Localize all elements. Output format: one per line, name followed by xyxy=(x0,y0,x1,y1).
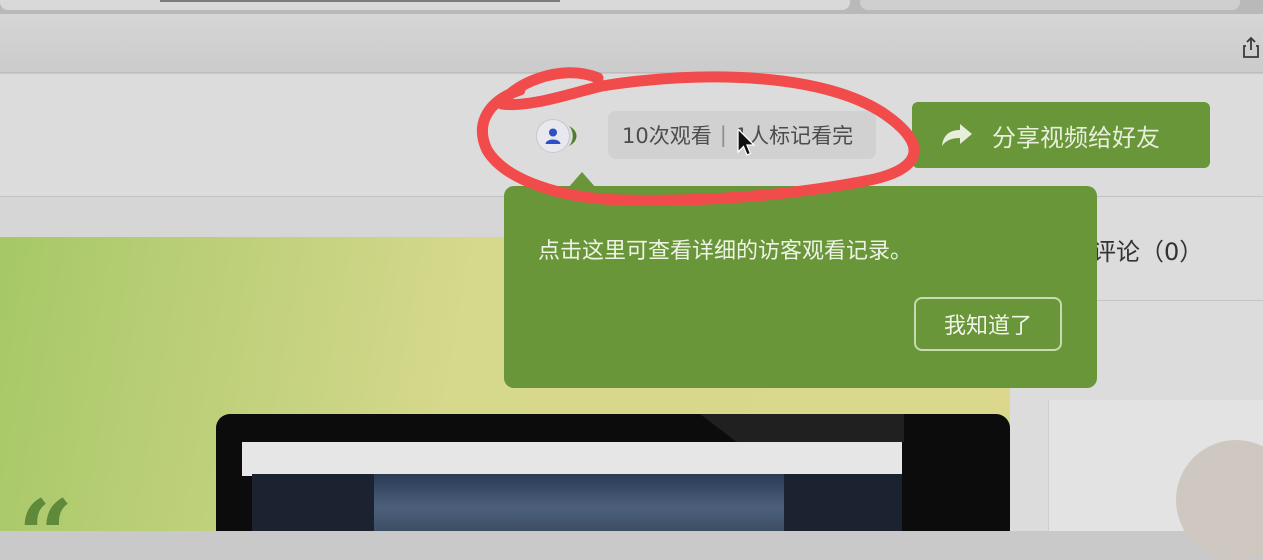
stats-separator: | xyxy=(719,123,727,147)
tab-comments[interactable]: 评论（0） xyxy=(1092,232,1212,266)
user-avatar-icon xyxy=(536,119,570,153)
share-video-button[interactable]: 分享视频给好友 xyxy=(912,102,1210,168)
browser-tab-strip xyxy=(0,0,1263,14)
onboarding-tooltip xyxy=(504,186,1097,388)
leaf-avatar-icon xyxy=(566,125,580,147)
browser-toolbar xyxy=(0,14,1263,73)
laptop-screen-top xyxy=(242,442,902,476)
tab-progress-line xyxy=(160,0,560,2)
browser-tab-active[interactable] xyxy=(0,0,850,10)
tooltip-message: 点击这里可查看详细的访客观看记录。 xyxy=(538,239,913,264)
quote-mark: “ xyxy=(18,488,88,531)
share-upload-icon[interactable] xyxy=(1243,36,1259,58)
share-arrow-icon xyxy=(942,124,972,146)
got-it-button[interactable]: 我知道了 xyxy=(914,297,1062,351)
share-button-label: 分享视频给好友 xyxy=(992,123,1160,152)
viewer-avatars[interactable] xyxy=(536,117,592,153)
browser-tab[interactable] xyxy=(860,0,1240,10)
laptop-screen-photo xyxy=(374,474,784,531)
mouse-pointer-icon xyxy=(737,128,756,156)
view-count: 10次观看 xyxy=(622,124,712,148)
